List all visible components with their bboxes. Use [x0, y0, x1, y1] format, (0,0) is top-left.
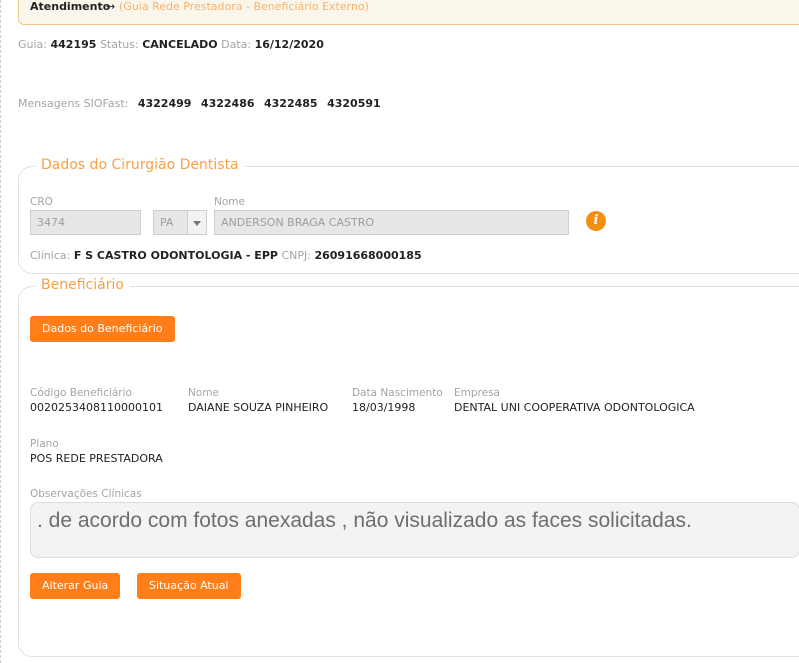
page-subtitle: (Guia Rede Prestadora - Beneficiário Ext…: [119, 0, 369, 13]
beneficiario-legend: Beneficiário: [35, 277, 130, 293]
empresa-label: Empresa: [454, 387, 500, 399]
clinica-label: Clínica:: [30, 249, 71, 262]
mensagem-link[interactable]: 4320591: [327, 97, 381, 110]
arrow-icon: →: [106, 0, 116, 13]
codigo-beneficiario-label: Código Beneficiário: [30, 387, 132, 399]
guia-label: Guia:: [18, 38, 47, 51]
page-title: Atendimento: [30, 0, 111, 13]
observacoes-textarea[interactable]: . de acordo com fotos anexadas , não vis…: [30, 502, 799, 558]
page-header: Atendimento → (Guia Rede Prestadora - Be…: [18, 0, 799, 25]
alterar-guia-button[interactable]: Alterar Guia: [30, 573, 121, 599]
mensagens-row: Mensagens SIOFast: 4322499 4322486 43224…: [18, 97, 381, 110]
guia-info: Guia: 442195 Status: CANCELADO Data: 16/…: [18, 38, 324, 51]
nome-dentista-label: Nome: [214, 196, 245, 208]
situacao-atual-button[interactable]: Situação Atual: [137, 573, 241, 599]
dentista-legend: Dados do Cirurgião Dentista: [35, 157, 245, 173]
clinica-row: Clínica: F S CASTRO ODONTOLOGIA - EPP CN…: [30, 249, 422, 262]
plano-label: Plano: [30, 438, 59, 450]
clinica-value: F S CASTRO ODONTOLOGIA - EPP: [73, 249, 278, 262]
cro-input[interactable]: 3474: [30, 210, 141, 235]
nascimento-value: 18/03/1998: [352, 401, 416, 414]
cro-label: CRO: [30, 196, 53, 208]
page-left-border: [0, 0, 2, 663]
data-label: Data:: [221, 38, 252, 51]
nome-beneficiario-label: Nome: [188, 387, 219, 399]
mensagens-label: Mensagens SIOFast:: [18, 97, 129, 110]
mensagem-link[interactable]: 4322485: [264, 97, 318, 110]
cnpj-value: 26091668000185: [314, 249, 422, 262]
guia-value: 442195: [50, 38, 97, 51]
nascimento-label: Data Nascimento: [352, 387, 443, 399]
info-icon[interactable]: i: [586, 211, 606, 231]
status-label: Status:: [99, 38, 139, 51]
cnpj-label: CNPJ:: [281, 249, 311, 262]
chevron-down-icon[interactable]: [187, 210, 207, 235]
plano-value: POS REDE PRESTADORA: [30, 452, 163, 465]
nome-dentista-input[interactable]: ANDERSON BRAGA CASTRO: [214, 210, 569, 235]
status-value: CANCELADO: [142, 38, 218, 51]
dados-beneficiario-button[interactable]: Dados do Beneficiário: [30, 316, 175, 342]
nome-beneficiario-value: DAIANE SOUZA PINHEIRO: [188, 401, 329, 414]
empresa-value: DENTAL UNI COOPERATIVA ODONTOLOGICA: [454, 401, 695, 414]
codigo-beneficiario-value: 0020253408110000101: [30, 401, 163, 414]
mensagem-link[interactable]: 4322499: [138, 97, 192, 110]
observacoes-label: Observações Clínicas: [30, 488, 142, 500]
data-value: 16/12/2020: [254, 38, 324, 51]
uf-select[interactable]: PA: [153, 210, 188, 235]
mensagem-link[interactable]: 4322486: [201, 97, 255, 110]
